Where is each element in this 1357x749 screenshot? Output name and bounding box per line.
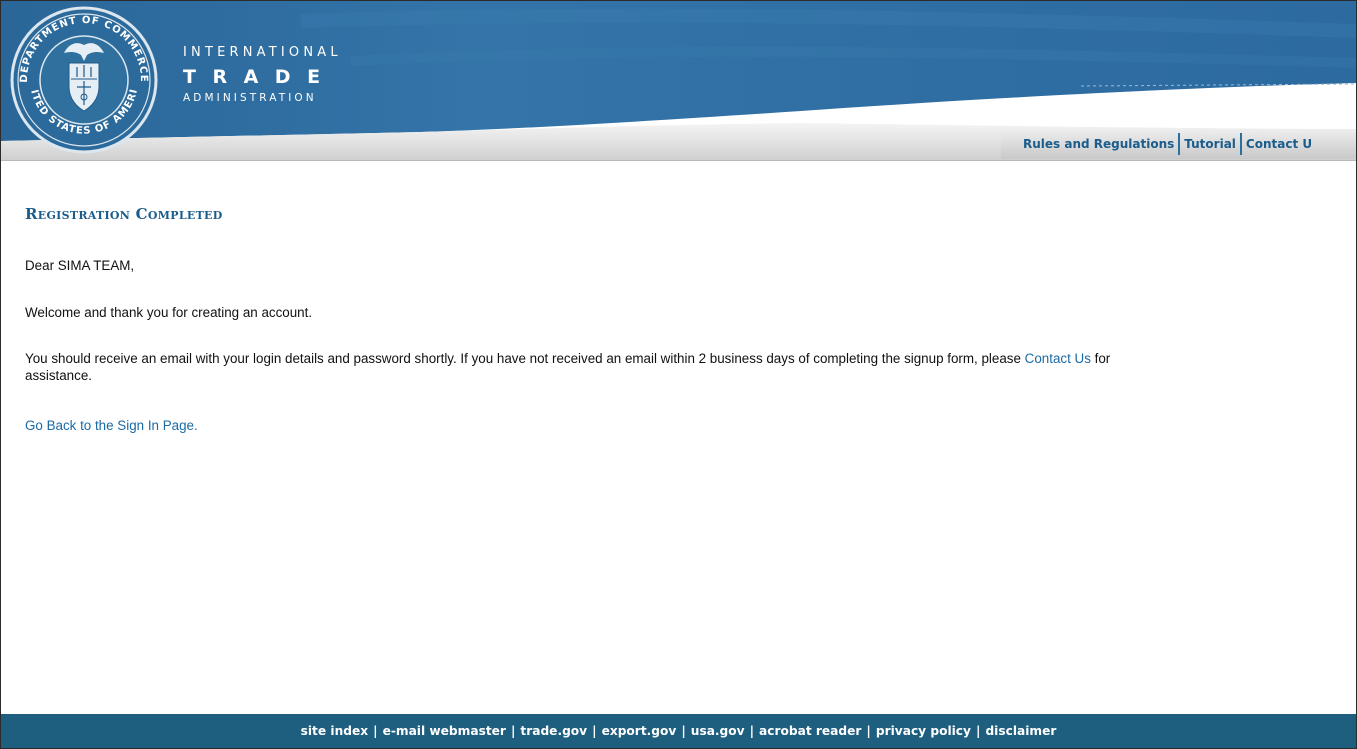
nav-separator [1178, 132, 1181, 155]
footer-separator: | [975, 724, 981, 738]
footer-separator: | [681, 724, 686, 738]
footer-separator: | [866, 724, 871, 738]
nav-rules-and-regulations[interactable]: Rules and Regulations [1022, 137, 1175, 151]
footer-link-privacy-policy[interactable]: privacy policy [876, 724, 971, 738]
footer-link-disclaimer[interactable]: disclaimer [985, 724, 1056, 738]
ita-logo-text: INTERNATIONAL TRADE ADMINISTRATION [183, 45, 342, 105]
footer-link-email-webmaster[interactable]: e-mail webmaster [383, 724, 506, 738]
nav-separator [1239, 132, 1242, 155]
site-header: DEPARTMENT OF COMMERCE UNITED STATES OF … [1, 1, 1356, 161]
info-text-part1: You should receive an email with your lo… [25, 351, 1025, 366]
footer-link-trade-gov[interactable]: trade.gov [520, 724, 587, 738]
page-title: Registration Completed [25, 205, 223, 223]
footer-separator: | [373, 724, 378, 738]
back-to-sign-in-link[interactable]: Go Back to the Sign In Page. [25, 418, 198, 433]
welcome-text: Welcome and thank you for creating an ac… [25, 305, 313, 320]
back-paragraph: Go Back to the Sign In Page. [25, 417, 198, 434]
brand-line-trade: TRADE [183, 66, 337, 88]
footer-link-acrobat-reader[interactable]: acrobat reader [759, 724, 861, 738]
info-paragraph: You should receive an email with your lo… [25, 350, 1145, 384]
department-of-commerce-seal-icon: DEPARTMENT OF COMMERCE UNITED STATES OF … [9, 5, 158, 154]
page-frame: DEPARTMENT OF COMMERCE UNITED STATES OF … [0, 0, 1357, 749]
footer-separator: | [592, 724, 597, 738]
footer-link-site-index[interactable]: site index [301, 724, 368, 738]
nav-tutorial[interactable]: Tutorial [1183, 137, 1237, 151]
footer-link-usa-gov[interactable]: usa.gov [691, 724, 745, 738]
footer-link-export-gov[interactable]: export.gov [602, 724, 677, 738]
top-navigation: Rules and Regulations Tutorial Contact U [1022, 130, 1313, 157]
footer-separator: | [749, 724, 755, 738]
brand-line-international: INTERNATIONAL [183, 45, 342, 60]
site-footer: site index | e-mail webmaster | trade.go… [1, 714, 1356, 748]
footer-separator: | [510, 724, 516, 738]
contact-us-link[interactable]: Contact Us [1025, 351, 1091, 366]
brand-line-administration: ADMINISTRATION [183, 92, 317, 104]
main-content: Registration Completed Dear SIMA TEAM, W… [25, 199, 1145, 433]
nav-contact-us[interactable]: Contact U [1245, 137, 1313, 151]
greeting-text: Dear SIMA TEAM, [25, 258, 135, 273]
